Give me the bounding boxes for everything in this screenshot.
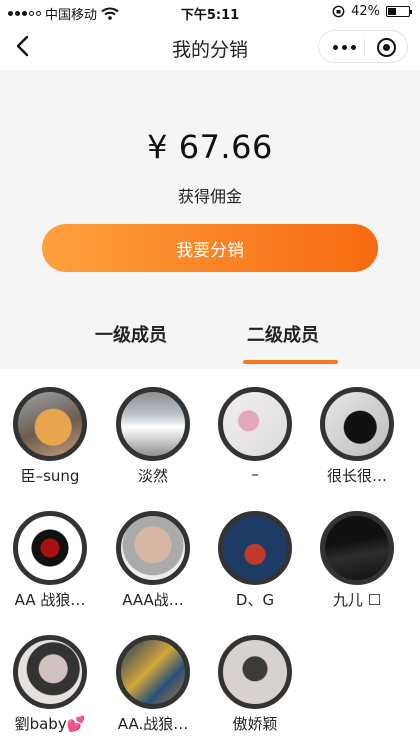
member-name: – — [251, 465, 259, 483]
member-card[interactable]: AA 战狼… — [0, 493, 100, 609]
avatar — [13, 511, 87, 585]
battery-icon — [386, 6, 412, 17]
commission-label: 获得佣金 — [177, 187, 242, 206]
member-card[interactable]: AAA战… — [103, 493, 203, 609]
member-name: 九儿 ☐ — [332, 591, 382, 609]
member-card[interactable]: AA.战狼… — [103, 617, 203, 733]
member-card[interactable]: 九儿 ☐ — [307, 493, 407, 609]
avatar — [116, 387, 190, 461]
tab-level-one[interactable]: 一级成员 — [95, 321, 167, 347]
avatar — [218, 387, 292, 461]
member-card[interactable]: 臣–sung — [0, 369, 100, 485]
member-name: AAA战… — [122, 591, 184, 609]
commission-summary: ¥ 67.66 获得佣金 我要分销 — [0, 70, 420, 307]
member-name: AA 战狼… — [14, 591, 86, 609]
avatar — [116, 635, 190, 709]
avatar — [218, 635, 292, 709]
member-tabs: 一级成员 二级成员 — [0, 307, 420, 369]
member-grid: 臣–sung 淡然 – 很长很… AA 战狼… AAA战… D、G 九儿 ☐ 劉… — [0, 369, 420, 747]
member-name: 傲娇颖 — [232, 715, 278, 733]
more-dots-icon[interactable] — [333, 45, 356, 50]
tab-level-two[interactable]: 二级成员 — [247, 321, 319, 347]
avatar — [218, 511, 292, 585]
member-name: 劉baby💕 — [14, 715, 86, 733]
member-name: AA.战狼… — [117, 715, 189, 733]
active-tab-indicator — [243, 360, 338, 364]
distribute-button[interactable]: 我要分销 — [42, 224, 378, 272]
member-card[interactable]: 傲娇颖 — [205, 617, 305, 733]
member-card[interactable]: 淡然 — [103, 369, 203, 485]
avatar — [116, 511, 190, 585]
member-name: 很长很… — [326, 467, 387, 485]
member-name: 臣–sung — [20, 467, 80, 485]
target-icon[interactable] — [377, 38, 396, 57]
member-name: D、G — [235, 591, 275, 609]
avatar — [320, 387, 394, 461]
mini-program-capsule — [318, 30, 408, 63]
capsule-divider — [364, 39, 365, 56]
status-bar: 中国移动 下午5:11 42% — [0, 0, 420, 24]
battery-percent: 42% — [351, 4, 380, 19]
member-card[interactable]: 很长很… — [307, 369, 407, 485]
commission-amount: ¥ 67.66 — [147, 128, 273, 166]
member-card[interactable]: 劉baby💕 — [0, 617, 100, 733]
avatar — [13, 635, 87, 709]
member-name: 淡然 — [137, 467, 168, 485]
member-card[interactable]: D、G — [205, 493, 305, 609]
member-card[interactable]: – — [205, 369, 305, 484]
nav-bar: 我的分销 — [0, 24, 420, 70]
avatar — [13, 387, 87, 461]
avatar — [320, 511, 394, 585]
orientation-lock-icon — [332, 5, 345, 18]
